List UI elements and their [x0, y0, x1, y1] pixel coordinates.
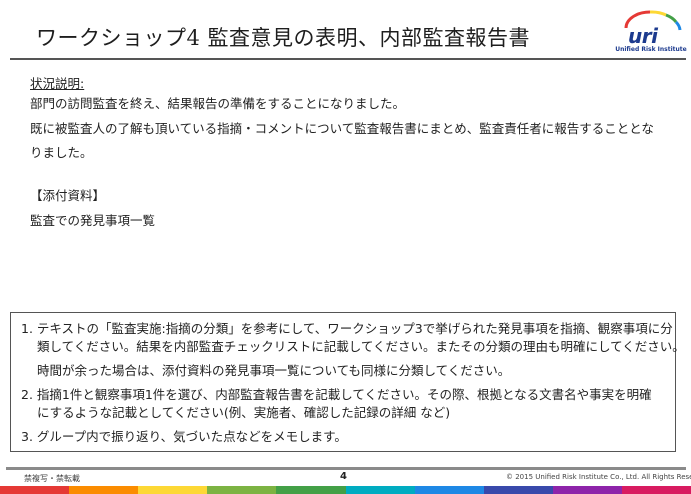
color-bar-segment [138, 486, 209, 494]
color-bar-segment [621, 486, 691, 494]
attachment-item: 監査での発見事項一覧 [30, 213, 156, 228]
page-title: ワークショップ4 監査意見の表明、内部監査報告書 [36, 26, 531, 50]
logo-subtitle: Unified Risk Institute [615, 46, 687, 53]
situation-line: 既に被監査人の了解も頂いている指摘・コメントについて監査報告書にまとめ、監査責任… [30, 121, 654, 136]
situation-line: 部門の訪問監査を終え、結果報告の準備をすることになりました。 [30, 96, 406, 111]
instruction-line: 3. グループ内で振り返り、気づいた点などをメモします。 [21, 429, 347, 444]
color-bar-segment [0, 486, 70, 494]
color-bar-segment [207, 486, 278, 494]
color-bar-segment [69, 486, 140, 494]
instruction-line: にするような記載としてください(例、実施者、確認した記録の詳細 など) [37, 405, 451, 420]
classification-label: 禁複写・禁転載 [24, 474, 80, 483]
page-number: 4 [340, 471, 347, 482]
color-bar-segment [345, 486, 416, 494]
copyright-notice: © 2015 Unified Risk Institute Co., Ltd. … [506, 473, 691, 481]
color-bar-segment [414, 486, 485, 494]
footer-divider [6, 467, 686, 470]
color-bar-segment [552, 486, 623, 494]
company-logo: uri Unified Risk Institute [614, 8, 688, 58]
attachments-heading: 【添付資料】 [30, 188, 106, 203]
logo-wordmark: uri [628, 24, 658, 48]
instruction-line: 2. 指摘1件と観察事項1件を選び、内部監査報告書を記載してください。その際、根… [21, 387, 652, 402]
situation-heading: 状況説明: [30, 76, 85, 91]
instructions-box: 1. テキストの「監査実施:指摘の分類」を参考にして、ワークショップ3で挙げられ… [10, 312, 685, 452]
situation-line: りました。 [30, 145, 93, 160]
instruction-line: 時間が余った場合は、添付資料の発見事項一覧についても同様に分類してください。 [37, 363, 511, 378]
title-divider [10, 58, 686, 60]
color-bar-segment [483, 486, 554, 494]
instruction-line: 類してください。結果を内部監査チェックリストに記載してください。またその分類の理… [37, 339, 685, 354]
instruction-line: 1. テキストの「監査実施:指摘の分類」を参考にして、ワークショップ3で挙げられ… [21, 321, 673, 336]
color-bar-segment [276, 486, 347, 494]
